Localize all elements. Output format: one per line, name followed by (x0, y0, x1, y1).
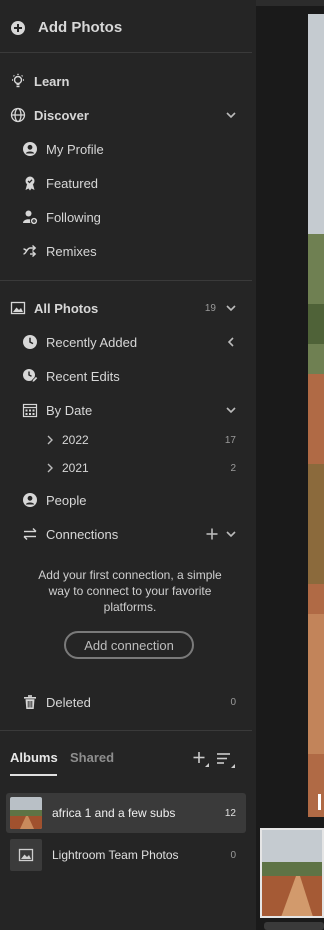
nav-deleted[interactable]: Deleted 0 (0, 689, 256, 715)
nav-connections[interactable]: Connections (0, 521, 256, 547)
add-album-icon[interactable] (192, 750, 210, 768)
nav-year-2021[interactable]: 2021 2 (0, 457, 256, 479)
year-label: 2022 (62, 433, 89, 447)
year-count: 17 (224, 435, 236, 446)
nav-following[interactable]: Following (0, 204, 256, 230)
album-count: 0 (230, 850, 236, 861)
photo-preview-area (256, 0, 324, 930)
trash-icon (22, 694, 38, 710)
image-icon (10, 300, 26, 316)
nav-recently-added[interactable]: Recently Added (0, 329, 256, 355)
add-connection-button[interactable]: Add connection (64, 631, 194, 659)
album-name: Lightroom Team Photos (52, 848, 179, 862)
recent-edits-icon (22, 368, 38, 384)
nav-remixes[interactable]: Remixes (0, 238, 256, 264)
clock-icon (22, 334, 38, 350)
chevron-down-icon[interactable] (224, 403, 238, 417)
divider (0, 52, 252, 53)
year-count: 2 (230, 463, 236, 474)
nav-featured[interactable]: Featured (0, 170, 256, 196)
chevron-right-icon[interactable] (44, 462, 56, 474)
nav-learn[interactable]: Learn (0, 68, 256, 94)
nav-remixes-label: Remixes (46, 244, 97, 259)
album-name: africa 1 and a few subs (52, 806, 176, 820)
nav-year-2022[interactable]: 2022 17 (0, 429, 256, 451)
chevron-left-icon[interactable] (224, 335, 238, 349)
remix-icon (22, 243, 38, 259)
nav-my-profile-label: My Profile (46, 142, 104, 157)
album-item[interactable]: africa 1 and a few subs 12 (6, 793, 246, 833)
main-photo[interactable] (308, 14, 324, 817)
album-item[interactable]: Lightroom Team Photos 0 (6, 835, 246, 875)
deleted-count: 0 (230, 697, 236, 708)
tab-shared[interactable]: Shared (70, 750, 114, 765)
nav-learn-label: Learn (34, 74, 70, 89)
nav-discover-label: Discover (34, 108, 89, 123)
nav-deleted-label: Deleted (46, 695, 91, 710)
divider (0, 730, 252, 731)
top-bar (256, 0, 324, 6)
chevron-down-icon[interactable] (224, 527, 238, 541)
filmstrip-thumbnail[interactable] (260, 828, 324, 918)
nav-all-photos[interactable]: All Photos 19 (0, 295, 256, 321)
chevron-down-icon[interactable] (224, 108, 238, 122)
award-icon (22, 175, 38, 191)
tab-albums[interactable]: Albums (10, 750, 58, 765)
person-icon (22, 492, 38, 508)
nav-following-label: Following (46, 210, 101, 225)
nav-recently-added-label: Recently Added (46, 335, 138, 350)
lightbulb-icon (10, 73, 26, 89)
user-circle-icon (22, 141, 38, 157)
nav-people-label: People (46, 493, 87, 508)
user-plus-icon (22, 209, 38, 225)
nav-featured-label: Featured (46, 176, 99, 191)
tab-albums-underline (10, 774, 57, 776)
nav-all-photos-label: All Photos (34, 301, 99, 316)
chevron-right-icon[interactable] (44, 434, 56, 446)
globe-icon (10, 107, 26, 123)
divider (0, 280, 252, 281)
image-placeholder-icon (10, 839, 42, 871)
chevron-down-icon[interactable] (224, 301, 238, 315)
connections-hint: Add your first connection, a simple way … (38, 568, 222, 614)
nav-my-profile[interactable]: My Profile (0, 136, 256, 162)
nav-people[interactable]: People (0, 487, 256, 513)
sort-icon[interactable] (216, 751, 236, 769)
filmstrip-scrollbar[interactable] (264, 922, 324, 930)
nav-recent-edits-label: Recent Edits (46, 369, 120, 384)
nav-recent-edits[interactable]: Recent Edits (0, 363, 256, 389)
calendar-icon (22, 402, 38, 418)
nav-by-date-label: By Date (46, 403, 93, 418)
year-label: 2021 (62, 461, 89, 475)
plus-icon[interactable] (205, 527, 219, 541)
sidebar: Add Photos Learn Discover My Profile Fea… (0, 0, 256, 930)
nav-discover[interactable]: Discover (0, 102, 256, 128)
album-count: 12 (224, 808, 236, 819)
nav-by-date[interactable]: By Date (0, 397, 256, 423)
add-photos-label: Add Photos (38, 19, 123, 36)
album-thumbnail (10, 797, 42, 829)
add-photos-button[interactable]: Add Photos (0, 12, 256, 44)
all-photos-count: 19 (204, 303, 216, 314)
connections-icon (22, 526, 38, 542)
plus-circle-icon (10, 20, 26, 36)
nav-connections-label: Connections (46, 527, 119, 542)
